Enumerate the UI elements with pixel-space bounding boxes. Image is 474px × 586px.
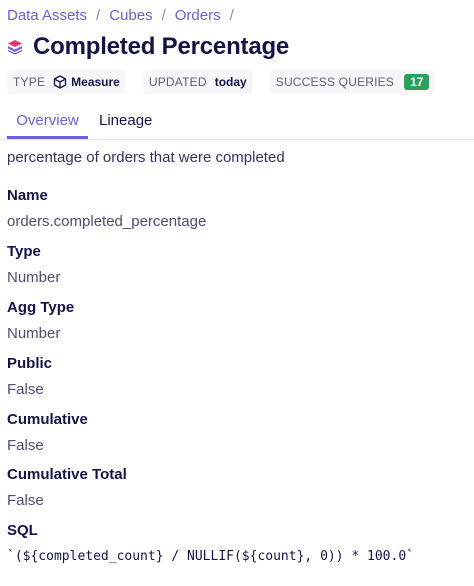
page-title: Completed Percentage: [33, 33, 290, 60]
field-label: Cumulative Total: [7, 466, 127, 483]
success-queries-label: SUCCESS QUERIES: [275, 75, 395, 89]
field-public: Public False: [7, 354, 52, 400]
breadcrumb-orders[interactable]: Orders: [175, 6, 221, 26]
updated-chip: UPDATED today: [142, 70, 253, 94]
updated-label: UPDATED: [148, 75, 207, 89]
cube-stack-icon: [7, 39, 23, 55]
field-agg-type: Agg Type Number: [7, 298, 74, 344]
field-value: orders.completed_percentage: [7, 213, 207, 230]
tab-bar: Overview Lineage: [0, 104, 474, 140]
field-type: Type Number: [7, 242, 60, 288]
tab-lineage[interactable]: Lineage: [99, 104, 152, 139]
field-value: False: [7, 381, 44, 398]
breadcrumb-cubes[interactable]: Cubes: [109, 6, 152, 26]
cube-outline-icon: [53, 75, 67, 89]
field-label: Name: [7, 187, 48, 204]
field-label: Public: [7, 355, 53, 372]
field-label: Cumulative: [7, 411, 88, 428]
title-row: Completed Percentage: [7, 32, 289, 62]
overview-panel: percentage of orders that were completed…: [7, 148, 467, 564]
updated-value: today: [214, 75, 247, 89]
tab-overview[interactable]: Overview: [7, 104, 88, 139]
success-queries-chip: SUCCESS QUERIES 17: [269, 70, 436, 94]
breadcrumb-separator: /: [161, 7, 166, 24]
field-cumulative: Cumulative False: [7, 410, 88, 456]
success-queries-count-badge: 17: [404, 74, 430, 90]
field-value: Number: [7, 269, 61, 286]
breadcrumb: Data Assets / Cubes / Orders /: [7, 6, 243, 26]
breadcrumb-data-assets[interactable]: Data Assets: [7, 6, 87, 26]
field-label: Agg Type: [7, 299, 75, 316]
field-value: False: [7, 437, 44, 454]
type-chip: TYPE Measure: [7, 70, 126, 94]
field-label: Type: [7, 243, 41, 260]
field-name: Name orders.completed_percentage: [7, 186, 206, 232]
type-value: Measure: [71, 75, 120, 89]
meta-row: TYPE Measure UPDATED today SUCCESS QUERI…: [7, 70, 452, 94]
page: Data Assets / Cubes / Orders / Completed…: [0, 0, 474, 586]
breadcrumb-separator: /: [229, 7, 234, 24]
measure-description: percentage of orders that were completed: [7, 149, 285, 166]
field-label: SQL: [7, 522, 38, 539]
field-value: Number: [7, 325, 61, 342]
field-value: False: [7, 492, 44, 509]
breadcrumb-separator: /: [96, 7, 101, 24]
type-label: TYPE: [13, 75, 46, 89]
field-sql: SQL `(${completed_count} / NULLIF(${coun…: [7, 521, 414, 567]
field-cumulative-total: Cumulative Total False: [7, 465, 127, 511]
sql-code: `(${completed_count} / NULLIF(${count}, …: [7, 549, 414, 564]
